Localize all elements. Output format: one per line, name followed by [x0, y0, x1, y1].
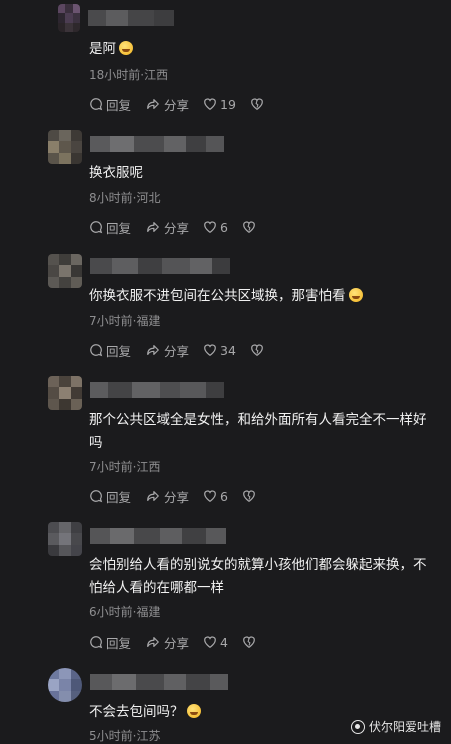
heart-icon	[204, 221, 216, 233]
dislike-button[interactable]	[250, 343, 267, 357]
comment-feed: 是阿 18小时前·江西 回复 分享 19 换衣服呢 8小时前·河北 回复 分享 …	[0, 0, 451, 743]
broken-heart-icon	[251, 98, 263, 110]
comment-actions: 回复 分享 4	[89, 632, 273, 652]
reply-button[interactable]: 回复	[89, 218, 131, 237]
broken-heart-icon	[243, 490, 255, 502]
share-button[interactable]: 分享	[145, 633, 189, 652]
comment-meta: 7小时前·福建	[89, 314, 161, 328]
comment-text: 换衣服呢	[89, 165, 143, 181]
comment-actions: 回复 分享 34	[89, 340, 281, 360]
like-button[interactable]: 19	[203, 97, 236, 112]
share-icon	[147, 491, 159, 501]
heart-icon	[204, 344, 216, 356]
share-button[interactable]: 分享	[145, 341, 189, 360]
reply-icon	[90, 344, 103, 357]
avatar[interactable]	[48, 254, 82, 288]
reply-button[interactable]: 回复	[89, 633, 131, 652]
dislike-button[interactable]	[242, 220, 259, 234]
like-button[interactable]: 4	[203, 635, 228, 650]
share-button[interactable]: 分享	[145, 487, 189, 506]
dislike-button[interactable]	[242, 489, 259, 503]
like-count: 34	[220, 342, 236, 358]
dislike-button[interactable]	[250, 97, 267, 111]
avatar[interactable]	[48, 668, 82, 702]
like-button[interactable]: 34	[203, 343, 236, 358]
watermark: 伏尔阳爱吐槽	[350, 718, 441, 735]
comment-text: 是阿	[89, 38, 434, 61]
comment-text: 会怕别给人看的别说女的就算小孩他们都会躲起来换，不怕给人看的在哪都一样	[89, 557, 427, 596]
share-button[interactable]: 分享	[145, 95, 189, 114]
dislike-button[interactable]	[242, 635, 259, 649]
share-icon	[147, 345, 159, 355]
like-button[interactable]: 6	[203, 220, 228, 235]
comment-actions: 回复 分享 19	[89, 94, 281, 114]
comment-meta: 8小时前·河北	[89, 191, 161, 205]
reply-icon	[90, 221, 103, 234]
username-blurred[interactable]	[90, 136, 224, 152]
avatar[interactable]	[58, 4, 80, 32]
username-blurred[interactable]	[90, 258, 230, 274]
comment-meta: 18小时前·江西	[89, 68, 169, 82]
username-blurred[interactable]	[88, 10, 174, 26]
comment-meta: 6小时前·福建	[89, 605, 161, 619]
comment-actions: 回复 分享 6	[89, 217, 273, 237]
comment-text: 你换衣服不进包间在公共区域换，那害怕看	[89, 285, 434, 308]
watermark-logo-icon	[350, 719, 365, 734]
reply-icon	[90, 636, 103, 649]
broken-heart-icon	[243, 221, 255, 233]
comment-actions: 回复 分享 6	[89, 486, 273, 506]
reply-button[interactable]: 回复	[89, 341, 131, 360]
grinning-face-icon	[119, 41, 133, 55]
username-blurred[interactable]	[90, 528, 226, 544]
heart-icon	[204, 98, 216, 110]
comment-text: 那个公共区域全是女性，和给外面所有人看完全不一样好吗	[89, 412, 427, 451]
username-blurred[interactable]	[90, 674, 228, 690]
like-count: 6	[220, 488, 228, 504]
comment-meta: 5小时前·江苏	[89, 729, 161, 743]
comment-meta: 7小时前·江西	[89, 460, 161, 474]
share-button[interactable]: 分享	[145, 218, 189, 237]
heart-icon	[204, 636, 216, 648]
avatar[interactable]	[48, 522, 82, 556]
like-button[interactable]: 6	[203, 489, 228, 504]
rofl-face-icon	[186, 704, 201, 718]
reply-icon	[90, 98, 103, 111]
avatar[interactable]	[48, 376, 82, 410]
share-icon	[147, 99, 159, 109]
broken-heart-icon	[243, 636, 255, 648]
like-count: 6	[220, 219, 228, 235]
reply-button[interactable]: 回复	[89, 487, 131, 506]
broken-heart-icon	[251, 344, 263, 356]
reply-button[interactable]: 回复	[89, 95, 131, 114]
heart-icon	[204, 490, 216, 502]
username-blurred[interactable]	[90, 382, 224, 398]
rofl-face-icon	[348, 288, 363, 302]
reply-icon	[90, 490, 103, 503]
avatar[interactable]	[48, 130, 82, 164]
share-icon	[147, 637, 159, 647]
like-count: 4	[220, 634, 228, 650]
share-icon	[147, 222, 159, 232]
like-count: 19	[220, 96, 236, 112]
